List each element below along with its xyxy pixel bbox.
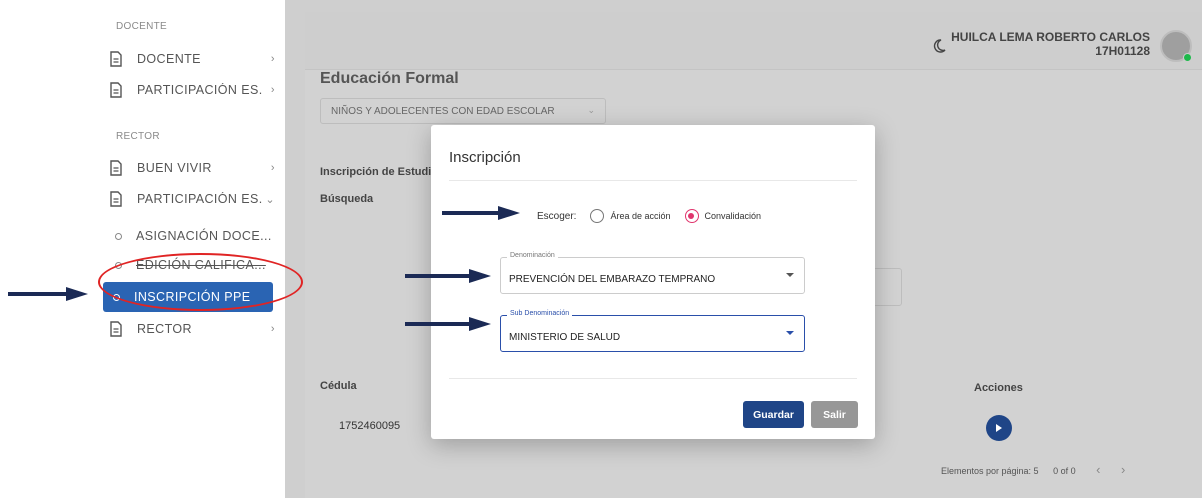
table-cell-cedula: 1752460095	[339, 420, 401, 432]
field-legend: Sub Denominación	[507, 310, 573, 317]
sidebar-item-label: PARTICIPACIÓN ES...	[137, 192, 263, 206]
sidebar-item-rector[interactable]: RECTOR ›	[109, 316, 275, 342]
chevron-down-icon: ⌄	[587, 105, 595, 115]
column-header-acciones: Acciones	[974, 382, 1023, 394]
top-bar: HUILCA LEMA ROBERTO CARLOS 17H01128	[305, 12, 1202, 70]
divider	[449, 180, 857, 181]
column-header-cedula: Cédula	[320, 380, 357, 392]
document-icon	[110, 82, 122, 98]
search-label: Búsqueda	[320, 193, 374, 205]
items-per-page-label: Elementos por página: 5	[941, 466, 1039, 476]
chevron-down-icon: ⌄	[265, 193, 275, 206]
annotation-arrow-icon	[8, 287, 88, 301]
document-icon	[110, 51, 122, 67]
sidebar-subitem-label: ASIGNACIÓN DOCE...	[136, 229, 272, 243]
chevron-right-icon: ›	[270, 162, 275, 174]
sidebar-subitem-asignacion[interactable]: ASIGNACIÓN DOCE...	[109, 223, 275, 249]
dialog-title: Inscripción	[449, 149, 521, 166]
document-icon	[110, 191, 122, 207]
user-info: HUILCA LEMA ROBERTO CARLOS 17H01128	[951, 30, 1150, 58]
document-icon	[110, 321, 122, 337]
next-page-button[interactable]: ›	[1121, 462, 1125, 477]
annotation-highlight-ellipse	[98, 253, 303, 311]
chevron-right-icon: ›	[270, 84, 275, 96]
divider	[449, 378, 857, 379]
user-code: 17H01128	[1095, 44, 1150, 58]
save-button[interactable]: Guardar	[743, 401, 804, 428]
arrow-right-icon	[996, 424, 1002, 432]
sub-denominacion-select[interactable]: Sub Denominación MINISTERIO DE SALUD	[500, 310, 805, 352]
sidebar-item-participacion-docente[interactable]: PARTICIPACIÓN ES... ›	[109, 77, 275, 103]
online-status-icon	[1183, 53, 1192, 62]
sidebar-item-participacion-rector[interactable]: PARTICIPACIÓN ES... ⌄	[109, 186, 275, 212]
radio-area-accion[interactable]	[590, 209, 605, 223]
section-title-docente: DOCENTE	[116, 21, 167, 32]
field-value: MINISTERIO DE SALUD	[509, 332, 621, 343]
radio-label-area-accion[interactable]: Área de acción	[610, 211, 670, 221]
sidebar-item-label: RECTOR	[137, 322, 192, 336]
dropdown-caret-icon	[786, 331, 794, 335]
row-action-button[interactable]	[986, 415, 1012, 441]
field-legend: Denominación	[507, 252, 558, 259]
sidebar-item-label: DOCENTE	[137, 52, 201, 66]
dark-mode-toggle-icon[interactable]	[931, 38, 947, 54]
annotation-arrow-icon	[442, 206, 520, 220]
page-title: Educación Formal	[320, 70, 459, 87]
paginator: Elementos por página: 5 0 of 0 ‹ ›	[941, 462, 1125, 477]
user-name: HUILCA LEMA ROBERTO CARLOS	[951, 30, 1150, 44]
exit-button[interactable]: Salir	[811, 401, 858, 428]
annotation-arrow-icon	[405, 269, 491, 283]
choose-radio-group: Escoger: Área de acción Convalidación	[537, 209, 761, 223]
inscripcion-dialog: Inscripción Escoger: Área de acción Conv…	[431, 125, 875, 439]
section-title: Inscripción de Estudi	[320, 166, 432, 178]
sidebar-item-label: BUEN VIVIR	[137, 161, 212, 175]
chevron-right-icon: ›	[270, 323, 275, 335]
sidebar-item-buen-vivir[interactable]: BUEN VIVIR ›	[109, 155, 275, 181]
annotation-arrow-icon	[405, 317, 491, 331]
circle-bullet-icon	[115, 232, 122, 240]
sidebar-item-label: PARTICIPACIÓN ES...	[137, 83, 263, 97]
prev-page-button[interactable]: ‹	[1096, 462, 1100, 477]
radio-label-convalidacion[interactable]: Convalidación	[705, 211, 762, 221]
field-value: PREVENCIÓN DEL EMBARAZO TEMPRANO	[509, 274, 716, 285]
sidebar-item-docente[interactable]: DOCENTE ›	[109, 46, 275, 72]
category-select[interactable]: NIÑOS Y ADOLECENTES CON EDAD ESCOLAR ⌄	[320, 98, 606, 124]
avatar[interactable]	[1160, 30, 1192, 62]
denominacion-select[interactable]: Denominación PREVENCIÓN DEL EMBARAZO TEM…	[500, 252, 805, 294]
chevron-right-icon: ›	[270, 53, 275, 65]
radio-convalidacion[interactable]	[684, 209, 699, 223]
dropdown-caret-icon	[786, 273, 794, 277]
document-icon	[110, 160, 122, 176]
sidebar: DOCENTE DOCENTE › PARTICIPACIÓN ES... › …	[95, 0, 285, 498]
choose-label: Escoger:	[537, 210, 577, 222]
category-select-value: NIÑOS Y ADOLECENTES CON EDAD ESCOLAR	[331, 106, 555, 117]
section-title-rector: RECTOR	[116, 131, 160, 142]
page-range: 0 of 0	[1053, 466, 1076, 476]
